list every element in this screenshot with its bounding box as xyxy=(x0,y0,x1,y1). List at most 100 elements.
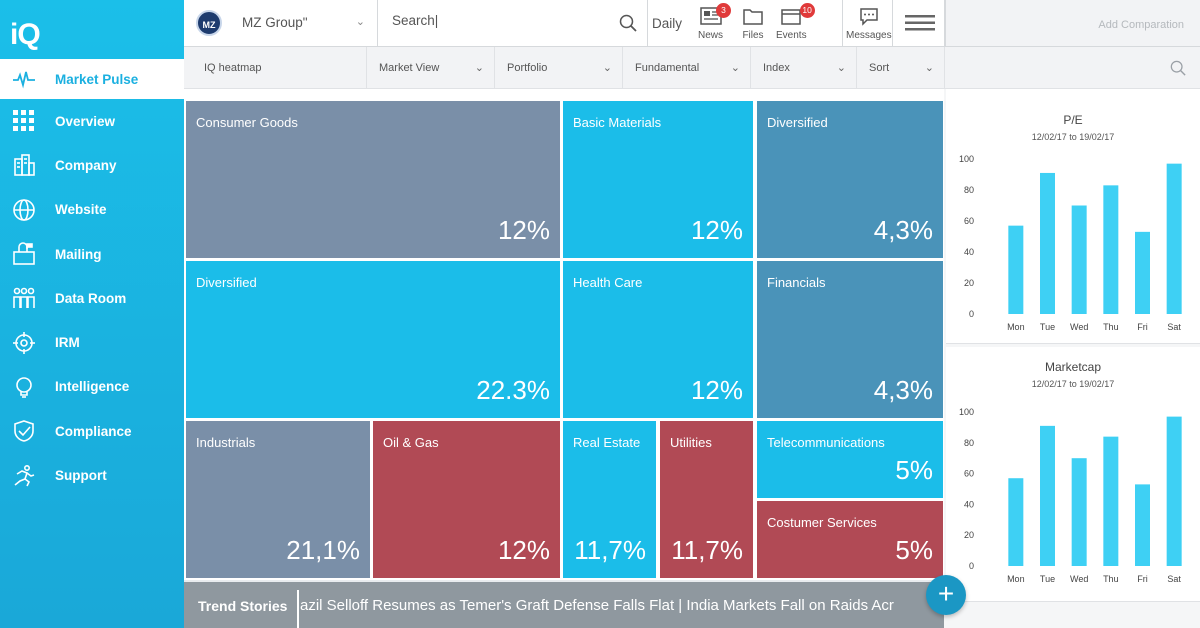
chart-bar[interactable] xyxy=(1135,231,1150,314)
add-comparison-label: Add Comparation xyxy=(1098,19,1184,31)
tile-value: 4,3% xyxy=(873,215,933,245)
chat-icon xyxy=(860,8,878,26)
sidebar-item-website[interactable]: Website xyxy=(0,188,184,232)
chart-bar[interactable] xyxy=(1040,425,1055,566)
chart-bar[interactable] xyxy=(1071,205,1087,315)
grid-icon xyxy=(12,109,36,133)
tile-name: Costumer Services xyxy=(767,515,877,530)
heatmap-tile[interactable]: Industrials 21,1% xyxy=(186,421,370,578)
news-button[interactable]: 3 News xyxy=(698,3,732,41)
filter-iq-heatmap[interactable]: IQ heatmap xyxy=(184,47,367,89)
events-button[interactable]: 10 Events xyxy=(776,3,815,41)
heatmap-tile[interactable]: Financials 4,3% xyxy=(757,261,943,418)
chart-bar[interactable] xyxy=(1166,416,1182,566)
tile-value: 11,7% xyxy=(671,535,743,565)
runner-icon xyxy=(12,464,36,488)
search-icon[interactable] xyxy=(619,14,637,37)
messages-label: Messages xyxy=(846,30,892,41)
y-tick-label: 80 xyxy=(964,438,974,448)
chart-bar[interactable] xyxy=(1103,185,1119,314)
folder-icon xyxy=(743,9,763,25)
heatmap-tile[interactable]: Oil & Gas 12% xyxy=(373,421,560,578)
heatmap-tile[interactable]: Diversified 22.3% xyxy=(186,261,560,418)
y-tick-label: 100 xyxy=(959,407,974,417)
messages-button[interactable]: Messages xyxy=(843,0,893,46)
top-bar: MZ MZ Group" ⌄ Daily 3 News Files 10 Eve… xyxy=(184,0,1200,47)
company-selector[interactable]: MZ MZ Group" ⌄ xyxy=(184,0,378,46)
trend-stories-text[interactable]: azil Selloff Resumes as Temer's Graft De… xyxy=(300,596,940,616)
heatmap-tile[interactable]: Diversified 4,3% xyxy=(757,101,943,258)
tile-value: 12% xyxy=(690,215,743,245)
sidebar-item-label: Mailing xyxy=(55,246,102,262)
sidebar-item-market-pulse[interactable]: Market Pulse xyxy=(0,59,184,99)
building-icon xyxy=(12,153,36,177)
y-tick-label: 40 xyxy=(964,499,974,509)
x-tick-label: Sat xyxy=(1167,322,1181,332)
sidebar-item-irm[interactable]: IRM xyxy=(0,320,184,364)
tile-value: 4,3% xyxy=(873,375,933,405)
heatmap-tile[interactable]: Consumer Goods 12% xyxy=(186,101,560,258)
tile-name: Oil & Gas xyxy=(383,435,439,450)
sidebar-item-overview[interactable]: Overview xyxy=(0,99,184,143)
app-logo[interactable]: iQ xyxy=(10,18,41,52)
search-input[interactable] xyxy=(392,13,612,28)
comparison-search[interactable] xyxy=(944,47,1200,89)
search-icon[interactable] xyxy=(1170,60,1186,81)
sidebar-item-compliance[interactable]: Compliance xyxy=(0,409,184,453)
daily-section: Daily 3 News Files 10 Events xyxy=(648,0,843,46)
x-tick-label: Mon xyxy=(1007,574,1025,584)
filter-sort[interactable]: Sort ⌄ xyxy=(857,47,944,89)
chart-bar[interactable] xyxy=(1103,436,1119,566)
tile-name: Telecommunications xyxy=(767,435,885,450)
sidebar-item-mailing[interactable]: Mailing xyxy=(0,232,184,276)
heatmap-tile[interactable]: Telecommunications 5% xyxy=(757,421,943,498)
chart-bar[interactable] xyxy=(1040,172,1055,314)
heatmap-tile[interactable]: Costumer Services 5% xyxy=(757,501,943,578)
chart-bar[interactable] xyxy=(1135,484,1150,566)
marketcap-chart-card: Marketcap 12/02/17 to 19/02/17 0 20 40 60 80… xyxy=(946,347,1200,602)
chevron-down-icon: ⌄ xyxy=(602,62,612,74)
tile-value: 5% xyxy=(895,455,933,485)
chevron-down-icon: ⌄ xyxy=(924,62,934,74)
tile-value: 12% xyxy=(690,375,743,405)
filter-market-view[interactable]: Market View ⌄ xyxy=(367,47,495,89)
sidebar-item-data-room[interactable]: Data Room xyxy=(0,276,184,320)
sidebar-item-label: Company xyxy=(55,157,117,173)
tile-value: 22.3% xyxy=(476,375,550,405)
sidebar-item-support[interactable]: Support xyxy=(0,453,184,497)
heatmap-tile[interactable]: Utilities 11,7% xyxy=(660,421,753,578)
filter-index[interactable]: Index ⌄ xyxy=(751,47,857,89)
x-tick-label: Wed xyxy=(1070,574,1088,584)
filter-label: Portfolio xyxy=(507,62,548,74)
sidebar-item-label: Website xyxy=(55,202,107,218)
messages-icon-wrap: Messages xyxy=(846,6,892,41)
filter-label: Fundamental xyxy=(635,62,700,74)
calendar-icon xyxy=(781,9,802,25)
sidebar-item-intelligence[interactable]: Intelligence xyxy=(0,365,184,409)
filter-bar: IQ heatmap Market View ⌄ Portfolio ⌄ Funda… xyxy=(184,47,944,89)
y-tick-label: 0 xyxy=(969,309,974,319)
heatmap-tile[interactable]: Real Estate 11,7% xyxy=(563,421,656,578)
trend-stories-ticker: Trend Stories azil Selloff Resumes as Te… xyxy=(184,582,944,628)
sidebar-item-label: Support xyxy=(55,468,107,484)
tile-value: 21,1% xyxy=(286,535,360,565)
chart-bar[interactable] xyxy=(1008,478,1024,566)
add-fab-button[interactable]: + xyxy=(926,575,966,615)
x-tick-label: Thu xyxy=(1103,322,1119,332)
company-logo: MZ xyxy=(196,10,222,36)
heatmap-tile[interactable]: Basic Materials 12% xyxy=(563,101,753,258)
add-comparison[interactable]: Add Comparation xyxy=(945,0,1200,46)
filter-portfolio[interactable]: Portfolio ⌄ xyxy=(495,47,623,89)
pe-bar-chart: 0 20 40 60 80 100 Mon Tue Wed Thu Fri Sat xyxy=(959,154,1182,332)
sidebar-item-label: Overview xyxy=(55,113,116,129)
chart-bar[interactable] xyxy=(1071,458,1087,566)
chart-bar[interactable] xyxy=(1166,163,1182,314)
hamburger-menu-button[interactable] xyxy=(893,0,945,46)
sidebar-item-company[interactable]: Company xyxy=(0,143,184,187)
chart-bar[interactable] xyxy=(1008,225,1024,314)
files-button[interactable]: Files xyxy=(742,6,764,41)
heatmap-tile[interactable]: Health Care 12% xyxy=(563,261,753,418)
filter-fundamental[interactable]: Fundamental ⌄ xyxy=(623,47,751,89)
y-tick-label: 80 xyxy=(964,185,974,195)
hamburger-icon xyxy=(905,15,935,31)
